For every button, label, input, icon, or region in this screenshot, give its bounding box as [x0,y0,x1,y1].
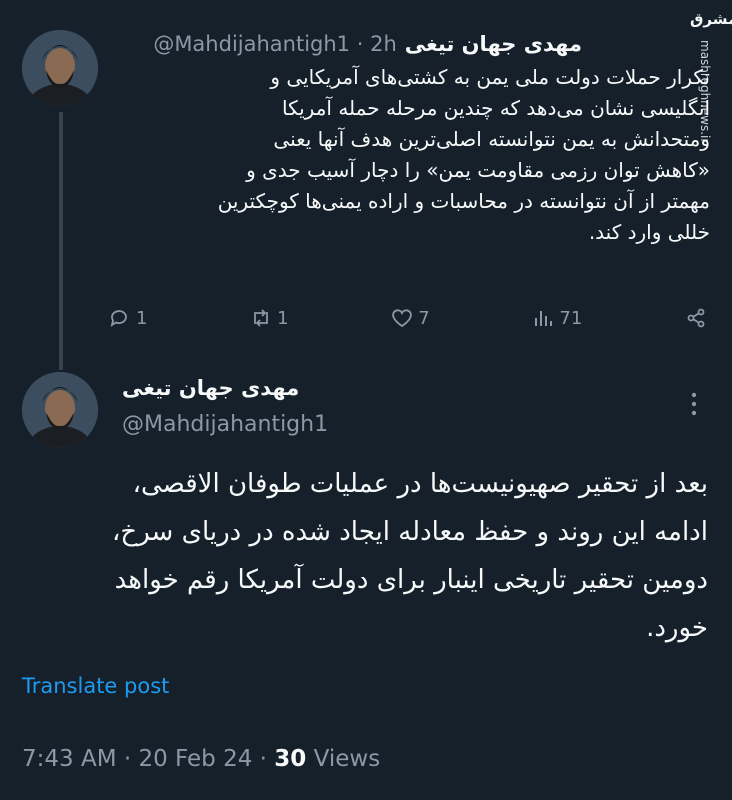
author-handle-time[interactable]: @Mahdijahantigh1 · 2h [153,32,396,56]
tweet-text-line: دومین تحقیر تاریخی اینبار برای دولت آمری… [114,565,708,595]
avatar[interactable] [22,30,98,106]
tweet-text-line: ادامه این روند و حفظ معادله ایجاد شده در… [112,517,708,547]
tweet-text-line: تکرار حملات دولت ملی یمن به کشتی‌های آمر… [270,65,710,89]
tweet-text-line: انگلیسی نشان می‌دهد که چندین مرحله حمله … [281,96,710,120]
author-name[interactable]: مهدی جهان تیغی [122,376,299,400]
views-count: 30 [274,746,307,772]
repost-count: 1 [277,307,289,329]
author-name[interactable]: مهدی جهان تیغی [405,32,582,56]
tweet-text-line: مهمتر از آن نتوانسته در محاسبات و اراده … [217,189,710,213]
tweet-text-line: بعد از تحقیر صهیونیست‌ها در عملیات طوفان… [132,469,708,499]
reply-icon [110,310,127,327]
heart-icon [392,309,413,328]
tweet-header: مهدی جهان تیغی @Mahdijahantigh1 · 2h [153,32,582,56]
share-icon [687,308,705,328]
like-button[interactable]: 7 [390,306,430,330]
share-button[interactable] [684,306,708,330]
repost-icon [254,309,269,327]
watermark-logo: مشرق [690,10,732,28]
tweet-text-line: خللی وارد کند. [588,220,710,244]
repost-button[interactable]: 1 [249,306,289,330]
thread-line [59,112,63,370]
avatar[interactable] [22,372,98,448]
more-options-icon[interactable] [688,390,700,418]
post-meta: 7:43 AM · 20 Feb 24 · 30 Views [22,746,380,772]
tweet-text: بعد از تحقیر صهیونیست‌ها در عملیات طوفان… [18,460,708,652]
tweet-text: تکرار حملات دولت ملی یمن به کشتی‌های آمر… [114,62,710,248]
reply-button[interactable]: 1 [108,306,147,330]
tweet-text-line: «کاهش توان رزمی مقاومت یمن» را دچار آسیب… [246,158,710,182]
tweet-text-line: خورد. [646,613,708,643]
tweet-text-line: ومتحدانش به یمن نتوانسته اصلی‌ترین هدف آ… [273,127,710,151]
views-label: Views [313,746,381,772]
reply-count: 1 [136,307,148,329]
views-icon [535,311,553,326]
post-timestamp[interactable]: 7:43 AM · 20 Feb 24 · [22,746,267,772]
author-handle[interactable]: @Mahdijahantigh1 [122,412,328,437]
author-handle[interactable]: @Mahdijahantigh1 [153,32,350,56]
post-time: · 2h [356,32,397,56]
action-bar: 1 1 7 71 [108,302,708,334]
translate-post-link[interactable]: Translate post [22,674,169,698]
views-count: 71 [559,307,583,329]
like-count: 7 [418,307,430,329]
views-button[interactable]: 71 [531,306,582,330]
